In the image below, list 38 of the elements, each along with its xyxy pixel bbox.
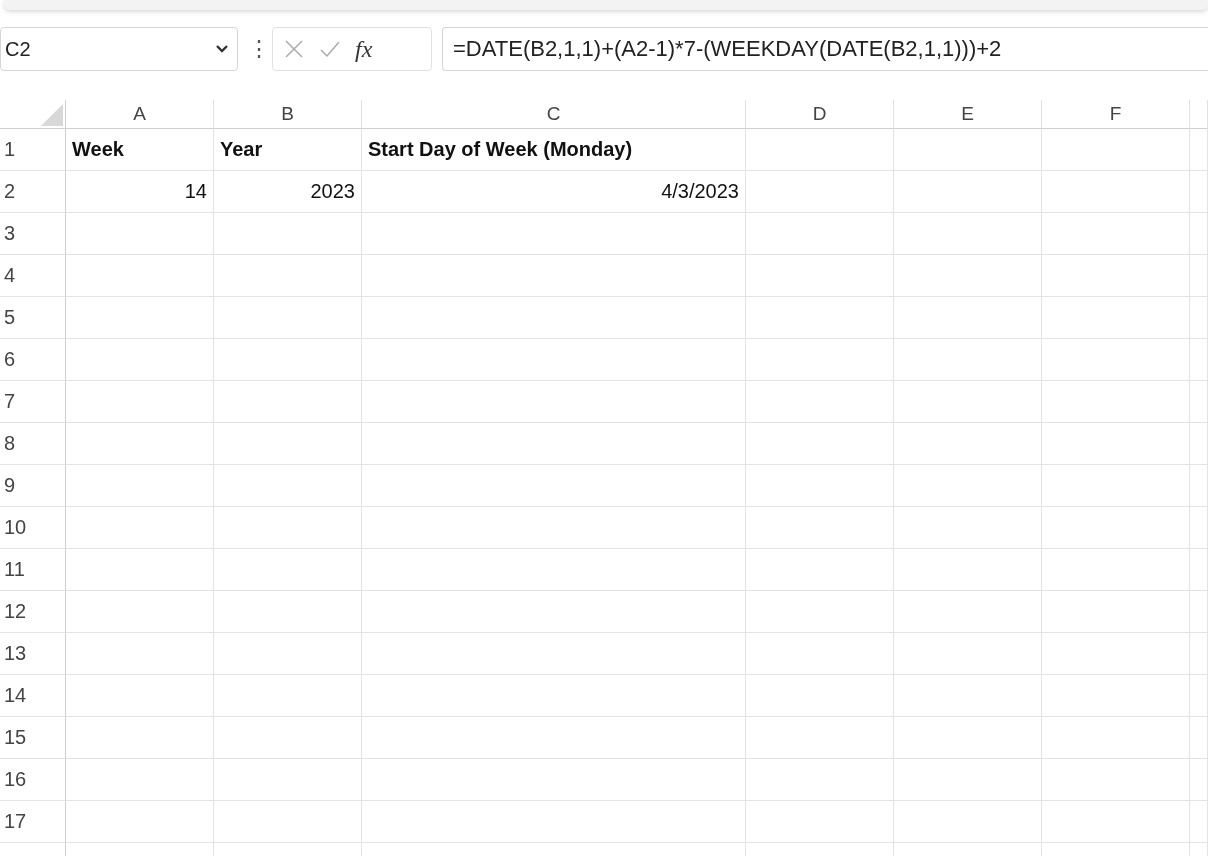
row-header[interactable]: 14: [0, 675, 66, 717]
chevron-down-icon[interactable]: [215, 44, 229, 54]
row-header[interactable]: 9: [0, 465, 66, 507]
cancel-icon[interactable]: [283, 38, 305, 60]
row-header[interactable]: 10: [0, 507, 66, 549]
column-header[interactable]: D: [746, 100, 894, 129]
row-header[interactable]: 6: [0, 339, 66, 381]
insert-function-button[interactable]: fx: [355, 35, 373, 63]
column-header[interactable]: F: [1042, 100, 1190, 129]
row-header[interactable]: 13: [0, 633, 66, 675]
row-header[interactable]: 17: [0, 801, 66, 843]
row-header[interactable]: 5: [0, 297, 66, 339]
cell-reference: C2: [5, 37, 31, 61]
table-cell: 2023: [214, 171, 362, 213]
column-header[interactable]: B: [214, 100, 362, 129]
row-header[interactable]: 8: [0, 423, 66, 465]
row-header[interactable]: 1: [0, 129, 66, 171]
row-header[interactable]: 4: [0, 255, 66, 297]
formula-field[interactable]: =DATE(B2,1,1)+(A2-1)*7-(WEEKDAY(DATE(B2,1,1)))+2: [442, 27, 1208, 71]
column-header[interactable]: [1190, 100, 1208, 129]
row-header[interactable]: 11: [0, 549, 66, 591]
more-options-handle[interactable]: ⋮: [248, 36, 262, 62]
table-cell: Week: [66, 129, 214, 171]
table-cell: Year: [214, 129, 362, 171]
row-header[interactable]: 16: [0, 759, 66, 801]
row-header[interactable]: 3: [0, 213, 66, 255]
row-header[interactable]: 2: [0, 171, 66, 213]
column-header[interactable]: C: [362, 100, 746, 129]
table-cell: 4/3/2023: [362, 171, 746, 213]
select-all-icon[interactable]: [39, 102, 65, 128]
table-cell: 14: [66, 171, 214, 213]
table-cell: Start Day of Week (Monday): [362, 129, 746, 171]
column-header[interactable]: A: [66, 100, 214, 129]
row-header[interactable]: 15: [0, 717, 66, 759]
name-box[interactable]: C2: [0, 27, 238, 71]
row-header[interactable]: 12: [0, 591, 66, 633]
column-header[interactable]: E: [894, 100, 1042, 129]
row-header[interactable]: 7: [0, 381, 66, 423]
